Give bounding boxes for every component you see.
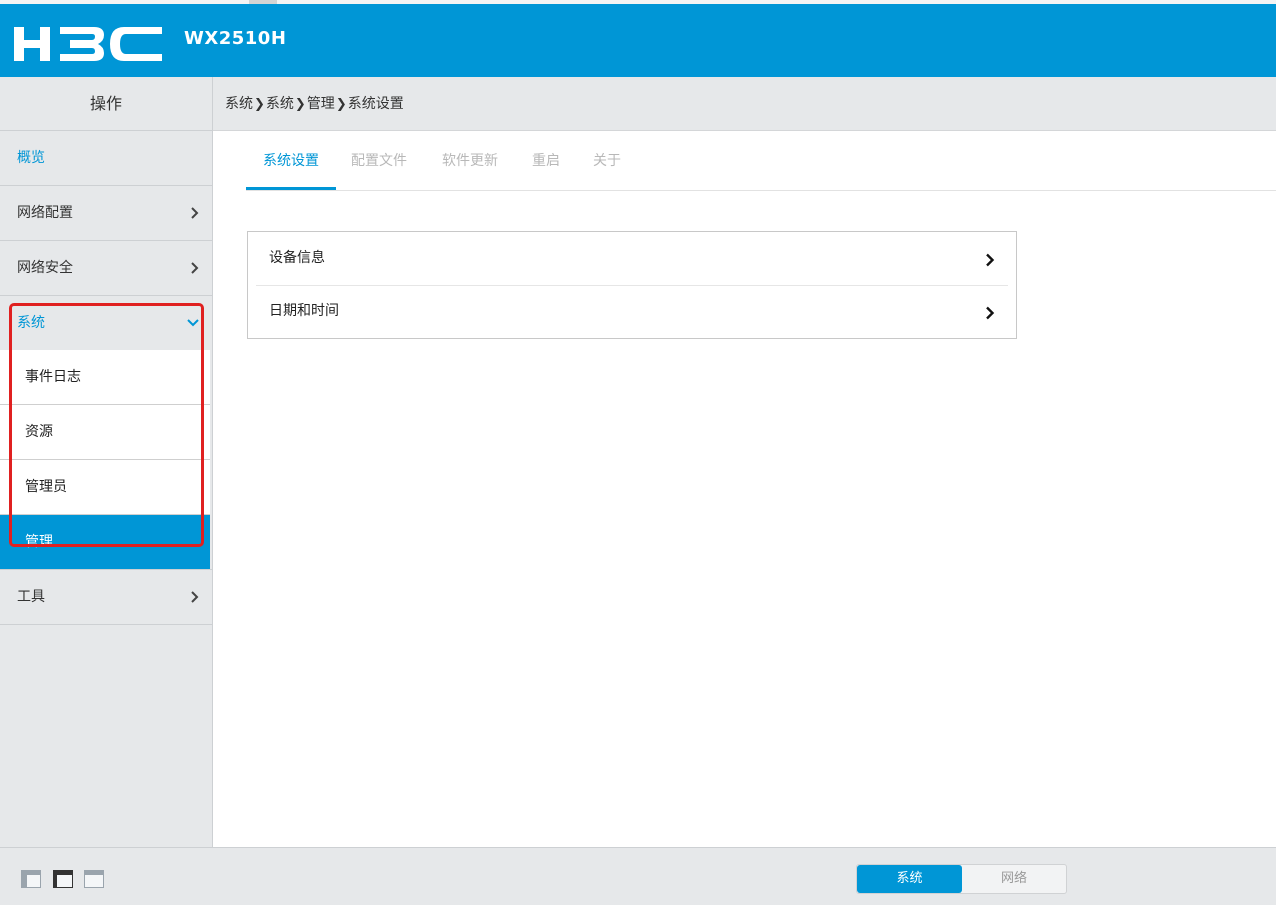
settings-panel: 设备信息 日期和时间 [247,231,1017,339]
sidebar-item-label: 网络安全 [17,260,73,276]
h3c-logo [14,27,162,61]
sidebar: 操作 概览 网络配置 网络安全 系统 事件日志 资源 管理员 管理 工具 [0,77,213,847]
sidebar-item-label: 网络配置 [17,205,73,221]
chevron-down-icon [186,296,200,350]
sidebar-item-label: 系统 [17,315,45,331]
row-label: 日期和时间 [269,303,339,319]
breadcrumb-item[interactable]: 系统 [266,96,294,112]
sidebar-item-label: 工具 [17,589,45,605]
sidebar-item-overview[interactable]: 概览 [0,131,212,186]
sidebar-subitem-event-log[interactable]: 事件日志 [0,350,210,405]
chevron-right-icon [190,241,200,295]
chevron-right-icon [190,186,200,240]
layout-sidebar-icon[interactable] [21,870,41,888]
footer-bar: 系统 网络 [0,847,1276,905]
row-label: 设备信息 [269,250,325,266]
tab-about[interactable]: 关于 [593,131,621,190]
sidebar-item-tools[interactable]: 工具 [0,569,212,625]
device-model: WX2510H [184,28,287,49]
tab-software-update[interactable]: 软件更新 [442,131,498,190]
breadcrumb-bar: 系统❯系统❯管理❯系统设置 [213,77,1276,131]
sidebar-subitem-administrators[interactable]: 管理员 [0,460,210,514]
layout-full-icon[interactable] [84,870,104,888]
breadcrumb-separator-icon: ❯ [254,97,265,112]
row-device-info[interactable]: 设备信息 [248,232,1016,285]
layout-window-icon[interactable] [53,870,73,888]
sidebar-title: 操作 [0,77,212,131]
app-header: WX2510H [0,4,1276,77]
sidebar-item-system[interactable]: 系统 [0,296,212,350]
tab-reboot[interactable]: 重启 [532,131,560,190]
sidebar-subitem-resources[interactable]: 资源 [0,405,210,460]
switch-network-button[interactable]: 网络 [962,865,1066,893]
breadcrumb-separator-icon: ❯ [335,97,347,112]
view-switch: 系统 网络 [856,864,1067,894]
switch-system-button[interactable]: 系统 [857,865,962,893]
breadcrumb-separator-icon: ❯ [294,97,306,112]
chevron-right-icon [985,285,995,338]
tab-bar: 系统设置 配置文件 软件更新 重启 关于 [246,131,1276,191]
breadcrumb-item[interactable]: 系统 [225,96,253,112]
breadcrumb-current: 系统设置 [347,96,404,112]
row-date-time[interactable]: 日期和时间 [248,285,1016,338]
chevron-right-icon [190,570,200,624]
tab-system-settings[interactable]: 系统设置 [246,131,336,190]
sidebar-item-network-config[interactable]: 网络配置 [0,186,212,241]
sidebar-item-label: 概览 [17,150,45,166]
breadcrumb: 系统❯系统❯管理❯系统设置 [225,77,404,132]
tab-config-file[interactable]: 配置文件 [351,131,407,190]
chevron-right-icon [985,232,995,285]
sidebar-subitem-management[interactable]: 管理 [0,514,210,569]
sidebar-item-network-security[interactable]: 网络安全 [0,241,212,296]
breadcrumb-item[interactable]: 管理 [307,96,335,112]
